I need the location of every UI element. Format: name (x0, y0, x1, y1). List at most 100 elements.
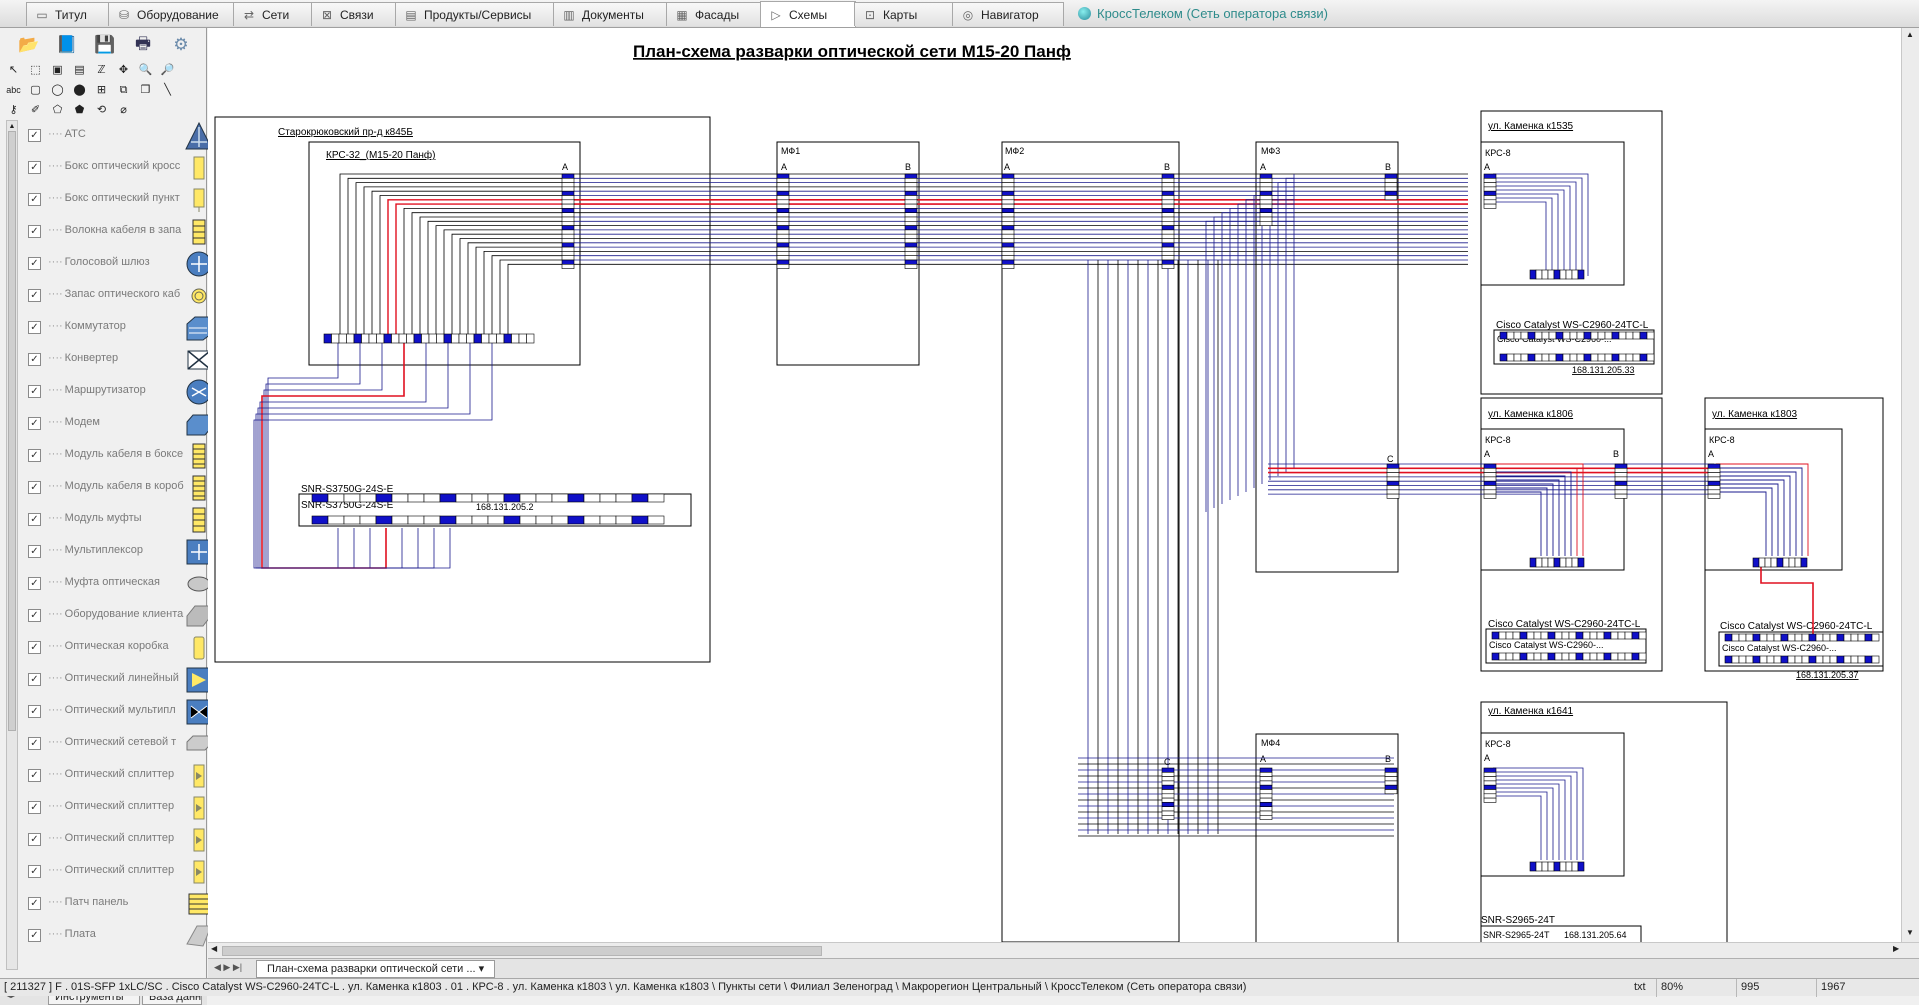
check-icon[interactable]: ✓ (28, 385, 41, 398)
no-entry-icon[interactable]: ⌀ (114, 102, 133, 119)
mf1-box[interactable] (776, 141, 920, 366)
mf3-box[interactable] (1255, 141, 1399, 573)
check-icon[interactable]: ✓ (28, 897, 41, 910)
rotate-icon[interactable]: ⟲ (92, 102, 111, 119)
check-icon[interactable]: ✓ (28, 129, 41, 142)
legend-item[interactable]: ✓Оптический сплиттер (20, 824, 210, 856)
legend-item[interactable]: ✓Модем (20, 408, 212, 440)
check-icon[interactable]: ✓ (28, 929, 41, 942)
check-icon[interactable]: ✓ (28, 353, 41, 366)
layers-icon[interactable]: ⧉ (114, 82, 133, 99)
rounded-rect-icon[interactable]: ▢ (26, 82, 45, 99)
grid-icon[interactable]: ⊞ (92, 82, 111, 99)
legend-item[interactable]: ✓Мультиплексор (20, 536, 212, 568)
tab-networks[interactable]: ⇄ Сети (233, 2, 313, 26)
check-icon[interactable]: ✓ (28, 641, 41, 654)
scroll-right-icon[interactable]: ▶ (1893, 944, 1899, 953)
diagram-canvas[interactable]: План-схема разварки оптической сети М15-… (208, 28, 1901, 942)
k1803-krs8-box[interactable] (1704, 428, 1843, 571)
legend-item[interactable]: ✓Плата (20, 920, 212, 952)
building-k1641-frame[interactable] (1480, 701, 1728, 942)
legend-item[interactable]: ✓Оптический линейный (20, 664, 212, 696)
legend-item[interactable]: ✓Оборудование клиента (20, 600, 212, 632)
select-rect-icon[interactable]: ⬚ (26, 62, 45, 79)
check-icon[interactable]: ✓ (28, 865, 41, 878)
book-icon[interactable]: 📘 (54, 32, 80, 58)
doc-tab-scheme[interactable]: План-схема разварки оптической сети ... … (256, 960, 496, 978)
frame-icon[interactable]: ▣ (48, 62, 67, 79)
scheme-diagram[interactable]: План-схема разварки оптической сети М15-… (208, 28, 1901, 942)
pentagon-icon[interactable]: ⬟ (70, 102, 89, 119)
legend-item[interactable]: ✓Модуль кабеля в боксе (20, 440, 210, 472)
tab-products[interactable]: ▤ Продукты/Сервисы (395, 2, 555, 26)
legend-item[interactable]: ✓Оптический сплиттер (20, 760, 210, 792)
tab-equipment[interactable]: ⛁ Оборудование (108, 2, 235, 26)
k1641-krs8-box[interactable] (1480, 732, 1625, 877)
legend-item[interactable]: ✓Волокна кабеля в запа (20, 216, 210, 248)
tab-navigator[interactable]: ◎ Навигатор (952, 2, 1064, 26)
key-icon[interactable]: ⚷ (4, 102, 23, 119)
check-icon[interactable]: ✓ (28, 225, 41, 238)
group-icon[interactable]: ▤ (70, 62, 89, 79)
mf4-box[interactable] (1255, 733, 1399, 942)
legend-item[interactable]: ✓Патч панель (20, 888, 210, 920)
scroll-up-icon[interactable]: ▲ (1906, 30, 1914, 39)
mf2-box[interactable] (1001, 141, 1180, 942)
check-icon[interactable]: ✓ (28, 833, 41, 846)
check-icon[interactable]: ✓ (28, 577, 41, 590)
legend-item[interactable]: ✓Конвертер (20, 344, 211, 376)
legend-item[interactable]: ✓Модуль муфты (20, 504, 210, 536)
legend-item[interactable]: ✓Бокс оптический пункт (20, 184, 210, 216)
check-icon[interactable]: ✓ (28, 193, 41, 206)
connector-icon[interactable]: ℤ (92, 62, 111, 79)
legend-item[interactable]: ✓Маршрутизатор (20, 376, 212, 408)
krs32-box[interactable] (308, 141, 581, 366)
copy-icon[interactable]: ❐ (136, 82, 155, 99)
check-icon[interactable]: ✓ (28, 289, 41, 302)
check-icon[interactable]: ✓ (28, 513, 41, 526)
check-icon[interactable]: ✓ (28, 769, 41, 782)
tab-documents[interactable]: ▥ Документы (553, 2, 668, 26)
check-icon[interactable]: ✓ (28, 737, 41, 750)
legend-item[interactable]: ✓Муфта оптическая (20, 568, 211, 600)
canvas-vertical-scrollbar[interactable]: ▲ ▼ (1901, 28, 1919, 942)
check-icon[interactable]: ✓ (28, 705, 41, 718)
edit-shape-icon[interactable]: ✐ (26, 102, 45, 119)
open-folder-icon[interactable]: 📂 (16, 32, 42, 58)
tab-maps[interactable]: ⊡ Карты (854, 2, 954, 26)
legend-item[interactable]: ✓Оптический сплиттер (20, 856, 210, 888)
legend-item[interactable]: ✓Запас оптического каб (20, 280, 210, 312)
line-tool-icon[interactable]: ╲ (158, 82, 177, 99)
zoom-in-icon[interactable]: 🔎 (158, 62, 177, 79)
doc-tab-arrows-icon[interactable]: ◀ ▶ ▶| (214, 962, 242, 973)
settings-icon[interactable]: ⚙ (168, 32, 194, 58)
circle-fill-icon[interactable]: ⬤ (70, 82, 89, 99)
ellipse-icon[interactable]: ◯ (48, 82, 67, 99)
check-icon[interactable]: ✓ (28, 609, 41, 622)
check-icon[interactable]: ✓ (28, 481, 41, 494)
legend-item[interactable]: ✓Оптический сплиттер (20, 792, 210, 824)
legend-item[interactable]: ✓Оптический сетевой т (20, 728, 212, 760)
canvas-horizontal-scrollbar[interactable]: ◀ ▶ (208, 942, 1919, 958)
building-main-frame[interactable] (214, 116, 711, 663)
legend-item[interactable]: ✓АТС (20, 120, 213, 152)
horizontal-scroll-thumb[interactable] (222, 946, 822, 956)
polygon-icon[interactable]: ⬠ (48, 102, 67, 119)
legend-item[interactable]: ✓Голосовой шлюз (20, 248, 212, 280)
check-icon[interactable]: ✓ (28, 449, 41, 462)
tab-schemes[interactable]: ▷ Схемы (760, 1, 856, 27)
text-tool-icon[interactable]: abc (4, 82, 23, 99)
k1535-krs8-box[interactable] (1480, 141, 1625, 286)
scroll-down-icon[interactable]: ▼ (1906, 928, 1914, 937)
check-icon[interactable]: ✓ (28, 673, 41, 686)
tab-title[interactable]: ▭ Титул (26, 2, 110, 26)
dropdown-icon[interactable]: ▾ (479, 963, 485, 975)
legend-item[interactable]: ✓Бокс оптический кросс (20, 152, 210, 184)
tab-facades[interactable]: ▦ Фасады (666, 2, 762, 26)
legend-item[interactable]: ✓Модуль кабеля в короб (20, 472, 210, 504)
save-icon[interactable]: 💾 (92, 32, 118, 58)
zoom-out-icon[interactable]: 🔍 (136, 62, 155, 79)
legend-item[interactable]: ✓Коммутатор (20, 312, 212, 344)
pan-icon[interactable]: ✥ (114, 62, 133, 79)
pointer-tool-icon[interactable]: ↖ (4, 62, 23, 79)
